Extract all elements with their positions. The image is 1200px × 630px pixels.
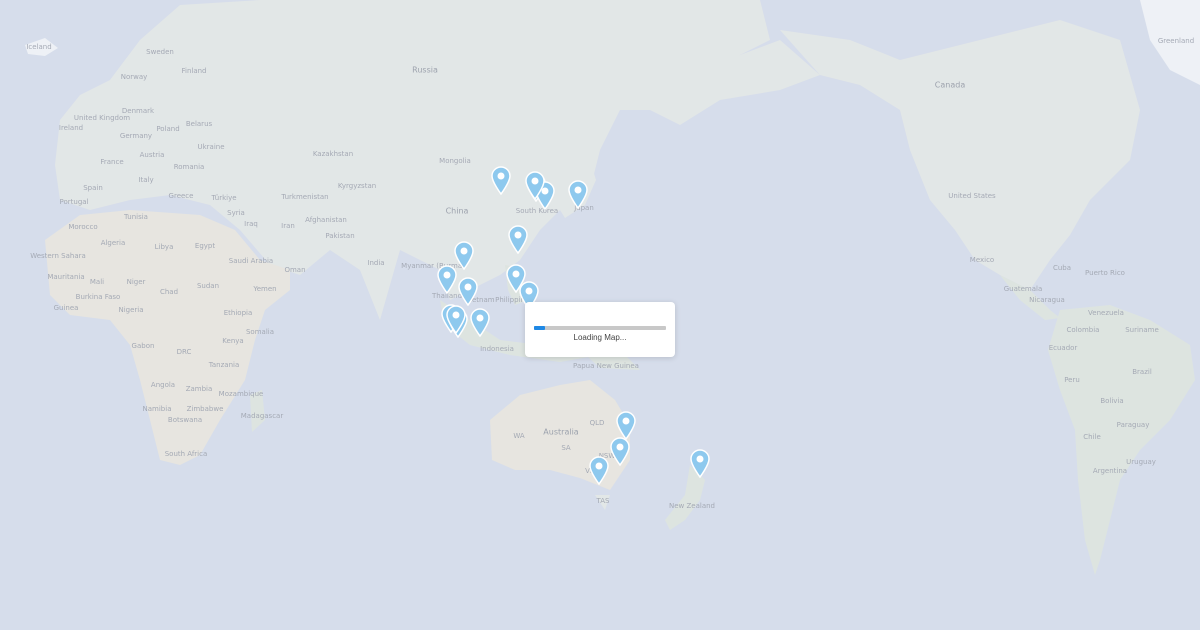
map-marker-pin[interactable] — [524, 170, 546, 201]
map-marker-pin[interactable] — [567, 179, 589, 210]
map-marker-pin[interactable] — [457, 276, 479, 307]
map-marker-pin[interactable] — [490, 165, 512, 196]
map-marker-pin[interactable] — [445, 304, 467, 335]
map-marker-pin[interactable] — [436, 264, 458, 295]
loading-progress-bar — [534, 326, 666, 330]
map-marker-pin[interactable] — [469, 307, 491, 338]
map-marker-pin[interactable] — [588, 455, 610, 486]
map-marker-pin[interactable] — [507, 224, 529, 255]
map-marker-pin[interactable] — [609, 436, 631, 467]
loading-text: Loading Map... — [573, 333, 627, 342]
loading-dialog: Loading Map... — [525, 302, 675, 357]
loading-progress-fill — [534, 326, 545, 330]
map-marker-pin[interactable] — [689, 448, 711, 479]
map-canvas[interactable]: Greenland Iceland Sweden Finland Norway … — [0, 0, 1200, 630]
